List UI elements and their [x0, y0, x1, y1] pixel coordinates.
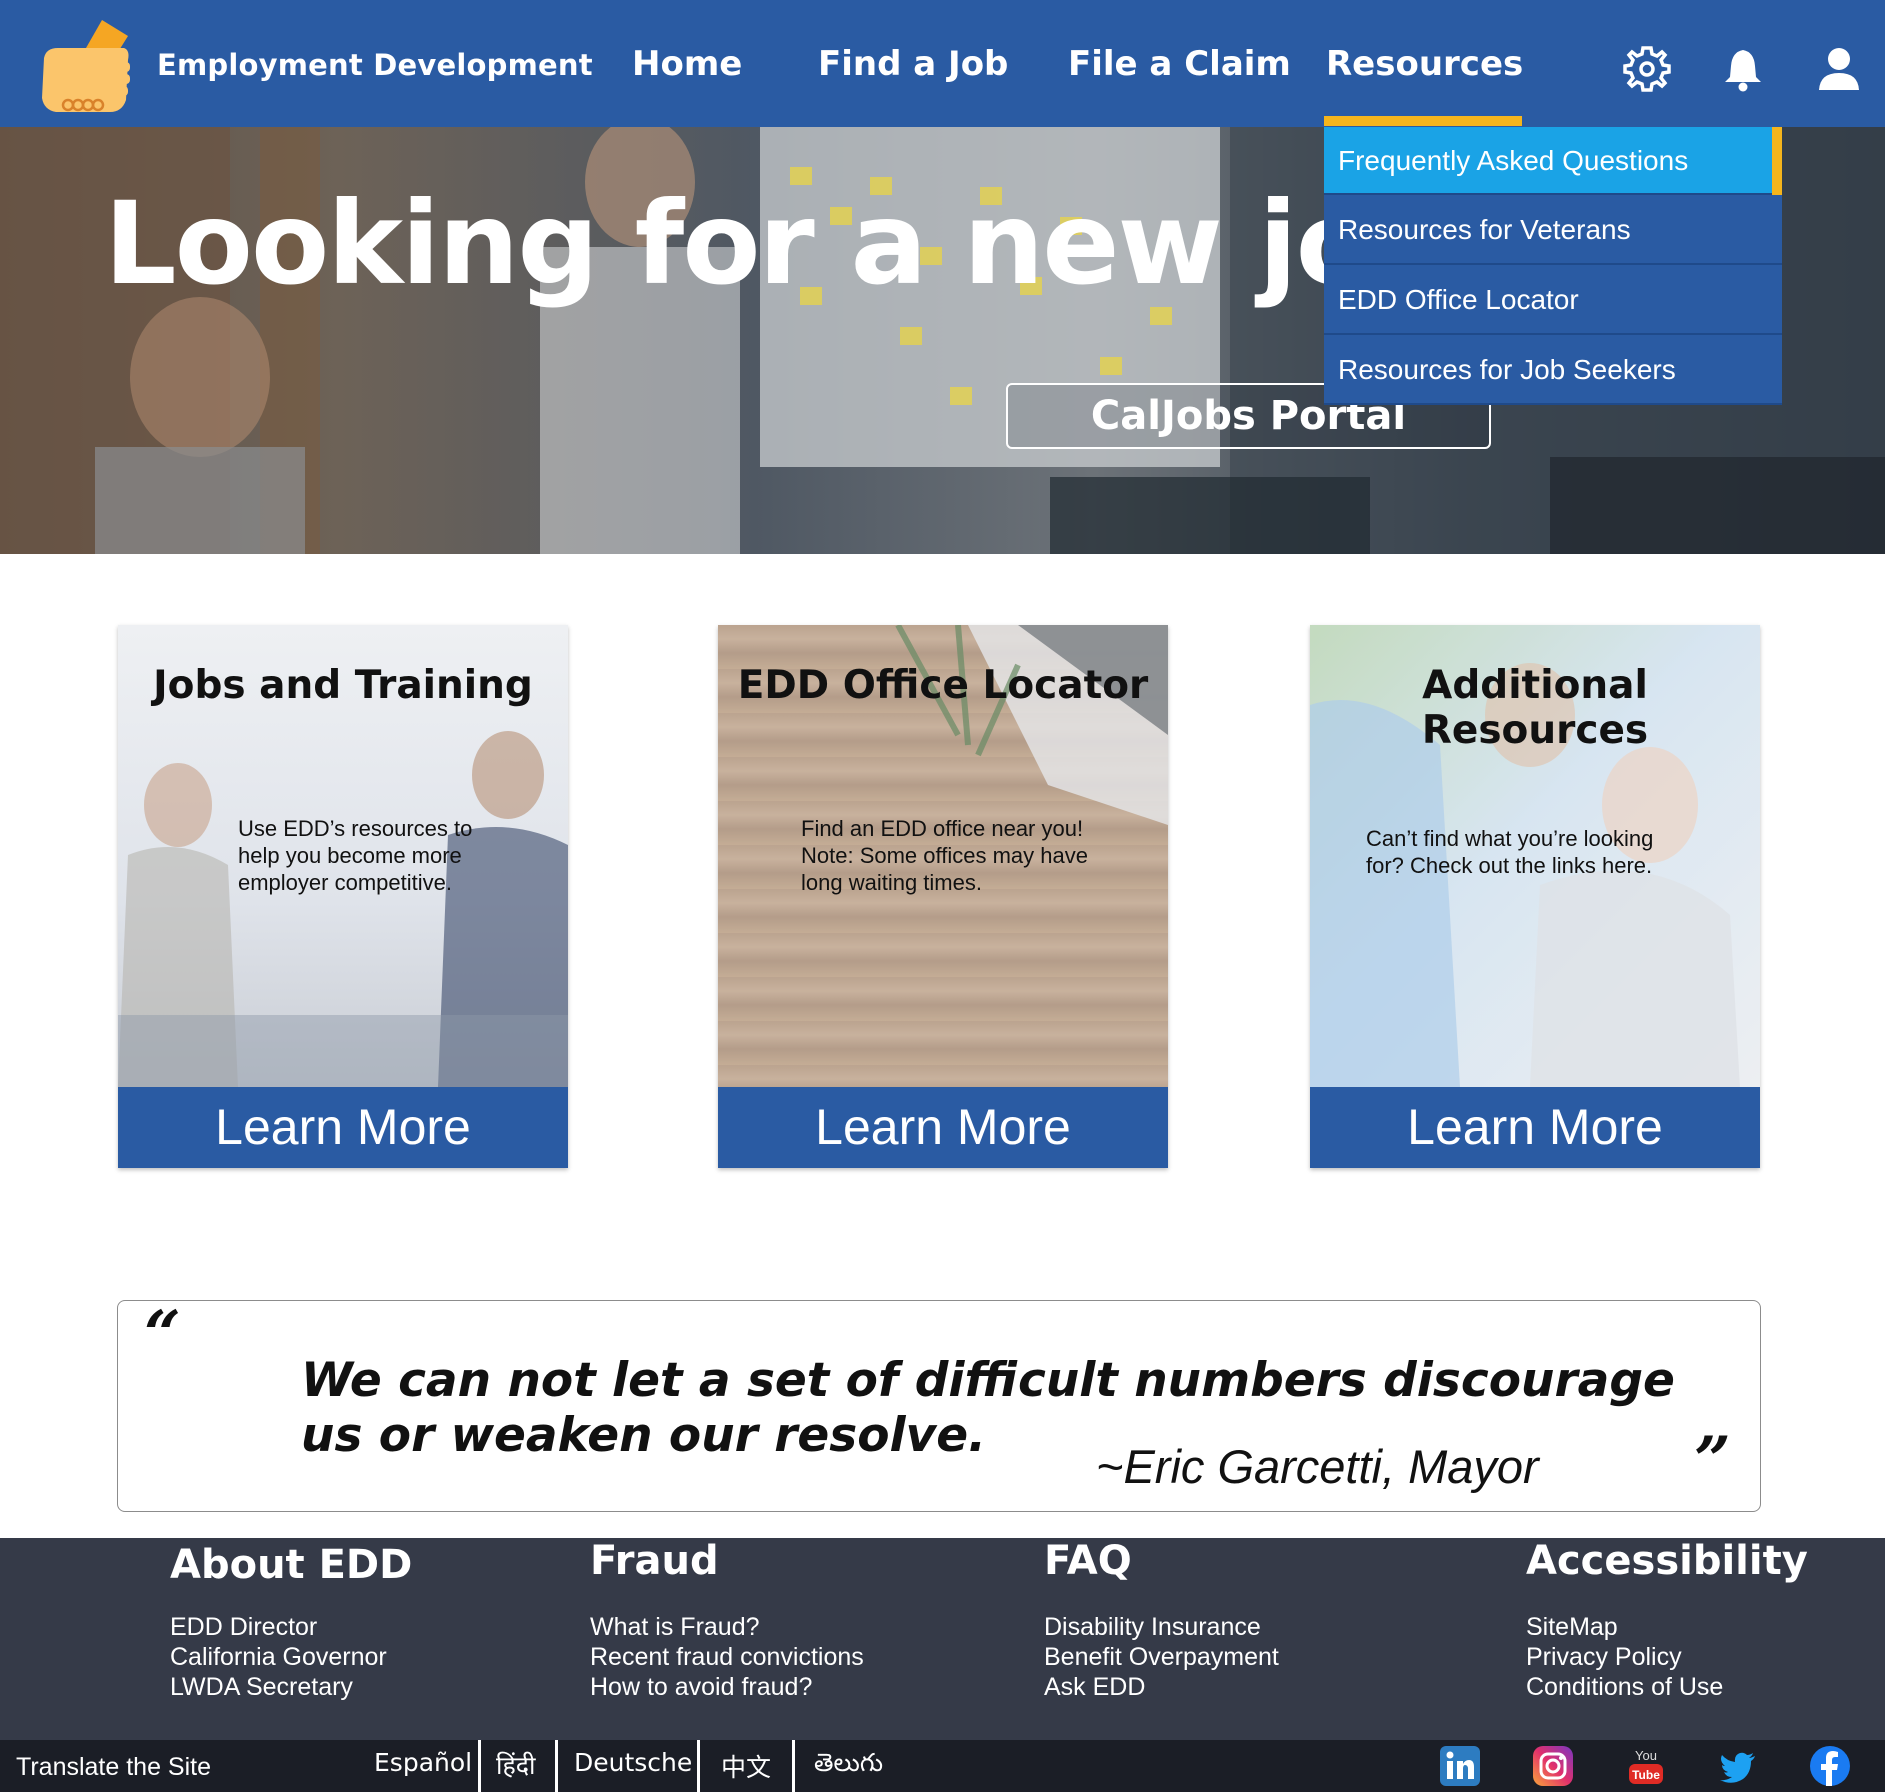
footer-link[interactable]: Disability Insurance: [1044, 1612, 1279, 1642]
footer-column-accessibility: Accessibility SiteMap Privacy Policy Con…: [1526, 1538, 1808, 1702]
card-description: Find an EDD office near you! Note: Some …: [801, 815, 1088, 896]
card-description-line: Find an EDD office near you!: [801, 816, 1084, 841]
language-hindi[interactable]: हिंदी: [496, 1748, 536, 1792]
nav-active-indicator: [1324, 116, 1522, 126]
footer-link[interactable]: Ask EDD: [1044, 1672, 1279, 1702]
card-additional-resources: Additional Resources Can’t find what you…: [1310, 625, 1760, 1168]
card-title: Jobs and Training: [153, 663, 533, 708]
footer-heading: Fraud: [590, 1538, 719, 1584]
linkedin-icon[interactable]: [1440, 1746, 1480, 1786]
translate-label: Translate the Site: [16, 1753, 212, 1781]
card-description-line: for? Check out the links here.: [1366, 853, 1653, 878]
facebook-icon[interactable]: [1810, 1746, 1850, 1786]
footer-link[interactable]: EDD Director: [170, 1612, 412, 1642]
footer-column-about: About EDD EDD Director California Govern…: [170, 1542, 412, 1702]
card-description: Can’t find what you’re looking for? Chec…: [1366, 825, 1653, 879]
learn-more-button[interactable]: Learn More: [718, 1087, 1168, 1168]
instagram-icon[interactable]: [1533, 1746, 1573, 1786]
card-description-line: help you become more: [238, 843, 462, 868]
learn-more-button[interactable]: Learn More: [118, 1087, 568, 1168]
card-title: EDD Office Locator: [737, 663, 1149, 708]
card-description-line: Note: Some offices may have: [801, 843, 1088, 868]
language-divider: [555, 1740, 558, 1792]
resources-dropdown-menu: Frequently Asked Questions Resources for…: [1324, 127, 1782, 405]
bell-icon[interactable]: [1718, 44, 1768, 94]
nav-find-a-job[interactable]: Find a Job: [818, 44, 1008, 84]
brand-name[interactable]: Employment Development: [157, 48, 593, 82]
card-description-line: Can’t find what you’re looking: [1366, 826, 1654, 851]
footer-link[interactable]: What is Fraud?: [590, 1612, 864, 1642]
twitter-icon[interactable]: [1718, 1746, 1758, 1786]
language-divider: [792, 1740, 795, 1792]
card-description-line: employer competitive.: [238, 870, 452, 895]
footer-link[interactable]: California Governor: [170, 1642, 412, 1672]
footer-heading: FAQ: [1044, 1538, 1132, 1584]
hand-logo-icon[interactable]: [38, 18, 130, 114]
learn-more-button[interactable]: Learn More: [1310, 1087, 1760, 1168]
language-spanish[interactable]: Español: [374, 1748, 472, 1792]
language-telugu[interactable]: తెలుగు: [814, 1748, 883, 1792]
card-description: Use EDD’s resources to help you become m…: [238, 815, 472, 896]
gear-icon[interactable]: [1622, 44, 1672, 94]
dropdown-item-job-seekers[interactable]: Resources for Job Seekers: [1324, 335, 1782, 405]
footer-link[interactable]: Privacy Policy: [1526, 1642, 1808, 1672]
footer-link[interactable]: LWDA Secretary: [170, 1672, 412, 1702]
language-chinese[interactable]: 中文: [721, 1748, 771, 1792]
youtube-icon[interactable]: You Tube: [1626, 1746, 1666, 1786]
footer-link[interactable]: Benefit Overpayment: [1044, 1642, 1279, 1672]
open-quote-mark: “: [144, 1297, 181, 1372]
close-quote-mark: ”: [1694, 1423, 1731, 1498]
dropdown-item-veterans[interactable]: Resources for Veterans: [1324, 195, 1782, 265]
svg-text:You: You: [1635, 1748, 1657, 1763]
language-divider: [478, 1740, 481, 1792]
nav-home[interactable]: Home: [632, 44, 742, 84]
user-icon[interactable]: [1814, 44, 1864, 94]
card-edd-office-locator: EDD Office Locator Find an EDD office ne…: [718, 625, 1168, 1168]
footer-link[interactable]: SiteMap: [1526, 1612, 1808, 1642]
svg-text:Tube: Tube: [1632, 1768, 1660, 1782]
hero-title: Looking for a new job?: [104, 177, 1518, 310]
translate-bar: Translate the Site Español हिंदी Deutsch…: [0, 1740, 1885, 1792]
language-german[interactable]: Deutsche: [574, 1748, 692, 1792]
card-jobs-and-training: Jobs and Training Use EDD’s resources to…: [118, 625, 568, 1168]
footer-link[interactable]: How to avoid fraud?: [590, 1672, 864, 1702]
footer-heading: Accessibility: [1526, 1538, 1808, 1584]
footer: About EDD EDD Director California Govern…: [0, 1538, 1885, 1740]
dropdown-item-faq[interactable]: Frequently Asked Questions: [1324, 127, 1782, 195]
footer-column-fraud: Fraud What is Fraud? Recent fraud convic…: [590, 1538, 864, 1702]
nav-resources[interactable]: Resources: [1326, 44, 1523, 84]
footer-link[interactable]: Recent fraud convictions: [590, 1642, 864, 1672]
footer-link[interactable]: Conditions of Use: [1526, 1672, 1808, 1702]
footer-column-faq: FAQ Disability Insurance Benefit Overpay…: [1044, 1538, 1279, 1702]
footer-heading: About EDD: [170, 1542, 413, 1588]
nav-file-a-claim[interactable]: File a Claim: [1068, 44, 1291, 84]
dropdown-item-office-locator[interactable]: EDD Office Locator: [1324, 265, 1782, 335]
card-description-line: Use EDD’s resources to: [238, 816, 473, 841]
quote-author: ~Eric Garcetti, Mayor: [1096, 1440, 1539, 1493]
quote-box: “ We can not let a set of difficult numb…: [117, 1297, 1761, 1512]
card-title: Additional Resources: [1421, 663, 1649, 753]
top-navigation-bar: Employment Development Home Find a Job F…: [0, 0, 1885, 127]
card-description-line: long waiting times.: [801, 870, 982, 895]
language-divider: [697, 1740, 700, 1792]
